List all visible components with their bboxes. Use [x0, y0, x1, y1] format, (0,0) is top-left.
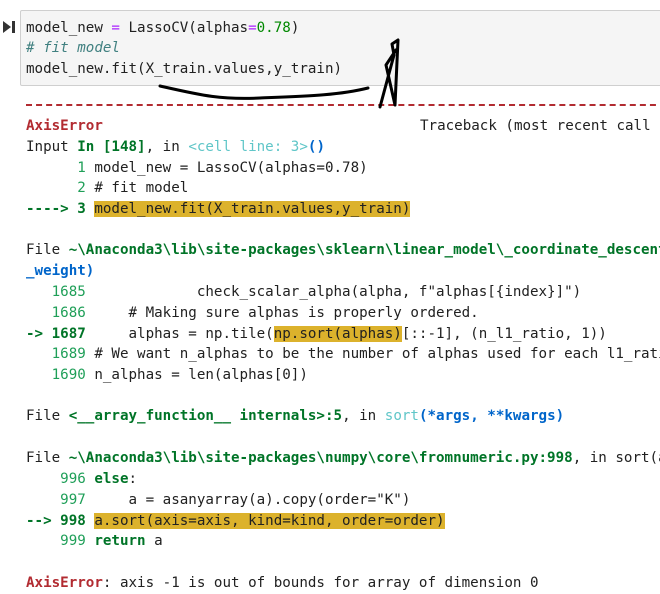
underline-scribble — [158, 84, 370, 100]
frame4-line-1: 996 else: — [26, 471, 138, 487]
frame4-line-3: --> 998 a.sort(axis=axis, kind=kind, ord… — [26, 513, 445, 529]
frame2-line-1: 1685 check_scalar_alpha(alpha, f"alphas[… — [26, 284, 582, 300]
frame2-line-3: -> 1687 alphas = np.tile(np.sort(alphas)… — [26, 326, 607, 342]
frame4-line-2: 997 a = asanyarray(a).copy(order="K") — [26, 492, 411, 508]
code-line-1: model_new = LassoCV(alphas=0.78) — [26, 20, 300, 36]
run-cell-icon[interactable] — [2, 20, 16, 34]
code-line-3: model_new.fit(X_train.values,y_train) — [26, 61, 343, 77]
frame1-line-3: ----> 3 model_new.fit(X_train.values,y_t… — [26, 201, 411, 217]
error-name: AxisError — [26, 118, 103, 134]
code-line-2: # fit model — [26, 40, 120, 56]
final-error-line: AxisError: axis -1 is out of bounds for … — [26, 575, 539, 591]
frame2-line-5: 1690 n_alphas = len(alphas[0]) — [26, 367, 308, 383]
file3-line: File <__array_function__ internals>:5, i… — [26, 408, 565, 424]
frame1-line-1: 1 model_new = LassoCV(alphas=0.78) — [26, 160, 368, 176]
frame2-line-4: 1689 # We want n_alphas to be the number… — [26, 346, 660, 362]
traceback-header: Traceback (most recent call last) — [420, 118, 660, 134]
traceback-divider — [26, 104, 660, 106]
frame2-line-2: 1686 # Making sure alphas is properly or… — [26, 305, 479, 321]
file4-line: File ~\Anaconda3\lib\site-packages\numpy… — [26, 450, 660, 466]
frame1-line-2: 2 # fit model — [26, 180, 189, 196]
file2-line: File ~\Anaconda3\lib\site-packages\sklea… — [26, 242, 660, 258]
file2-cont: _weight) — [26, 263, 95, 279]
input-line: Input In [148], in <cell line: 3>() — [26, 139, 325, 155]
frame4-line-4: 999 return a — [26, 533, 163, 549]
